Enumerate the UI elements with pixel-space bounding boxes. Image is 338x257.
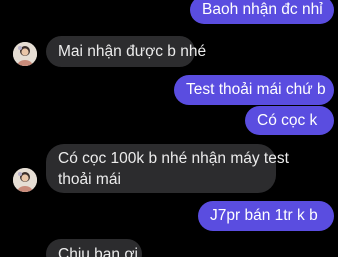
outgoing-message[interactable]: Có cọc k [245, 106, 334, 135]
outgoing-message[interactable]: Test thoải mái chứ b [174, 75, 334, 105]
message-text: Mai nhận được b nhé [58, 43, 207, 60]
incoming-message[interactable]: Có cọc 100k b nhé nhận máy test thoải má… [46, 144, 289, 193]
message-text-line: Có cọc 100k b nhé nhận máy test [58, 150, 289, 167]
incoming-message[interactable]: Mai nhận được b nhé [46, 36, 206, 67]
message-text: Chịu bạn ơi [58, 246, 138, 257]
outgoing-message[interactable]: J7pr bán 1tr k b [198, 201, 334, 231]
contact-avatar-icon[interactable] [13, 42, 37, 66]
contact-avatar-icon[interactable] [13, 168, 37, 192]
outgoing-message[interactable]: Baoh nhận đc nhỉ [190, 0, 334, 24]
message-text: Baoh nhận đc nhỉ [202, 1, 323, 18]
message-text-line: thoải mái [58, 171, 121, 188]
chat-thread[interactable]: Baoh nhận đc nhỉ Mai nhận được b nhé Tes… [0, 0, 338, 257]
incoming-message[interactable]: Chịu bạn ơi [46, 239, 142, 257]
message-text: Có cọc k [257, 112, 318, 129]
message-text: Test thoải mái chứ b [186, 81, 326, 98]
message-text: J7pr bán 1tr k b [210, 207, 318, 224]
